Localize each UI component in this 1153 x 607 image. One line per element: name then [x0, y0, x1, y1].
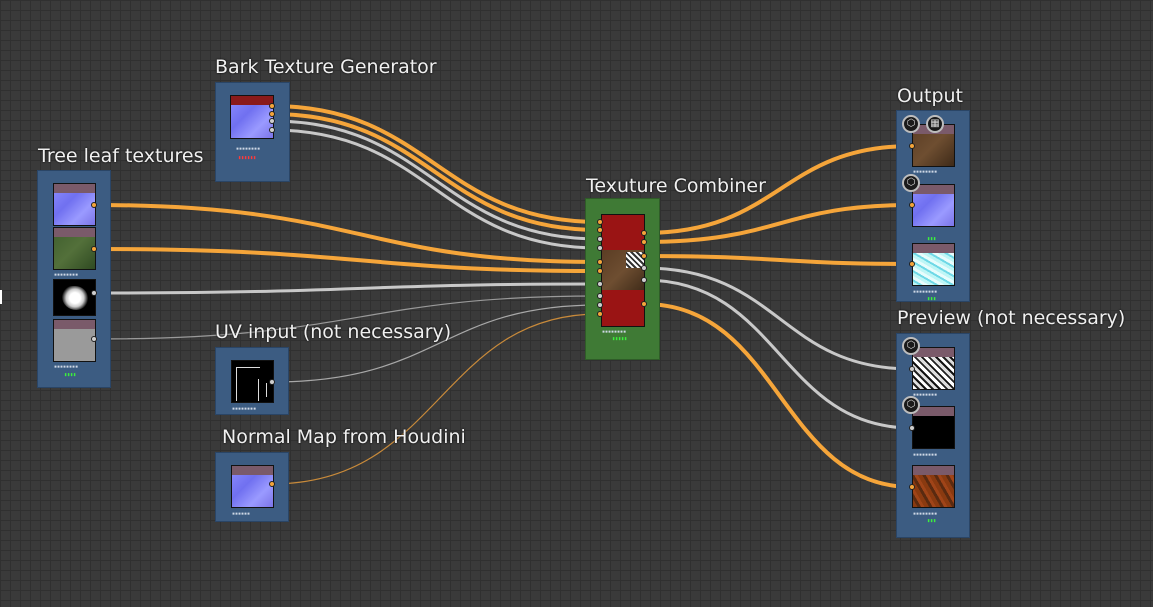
node-info: ▪▪▪▪▪▪▪▪	[913, 452, 938, 458]
node-status: ▮▮▮	[927, 296, 937, 302]
frame-title-preview: Preview (not necessary)	[897, 307, 1126, 329]
frame-tree-leaf[interactable]: ▪▪▪▪▪▪▪▪ ▪▪▪▪▪▪▪▪ ▮▮▮▮	[37, 170, 111, 388]
node-preview-1[interactable]	[912, 347, 955, 390]
combiner-in-port-2[interactable]	[597, 227, 603, 233]
node-info: ▪▪▪▪▪▪▪▪	[236, 146, 261, 152]
node-info: ▪▪▪▪▪▪▪▪	[913, 169, 938, 175]
combiner-out-port-2[interactable]	[641, 239, 647, 245]
preview-in-port-2[interactable]	[909, 425, 915, 431]
frame-output[interactable]: ▪▪▪▪▪▪▪▪ ▮▮▮ ▪▪▪▪▪▪▪▪ ▮▮▮	[896, 110, 970, 302]
combiner-in-port-5[interactable]	[597, 259, 603, 265]
output-in-port-3[interactable]	[909, 261, 915, 267]
leaf-out-port-1[interactable]	[91, 202, 97, 208]
combiner-in-port-9[interactable]	[597, 302, 603, 308]
node-info: ▪▪▪▪▪▪▪▪	[54, 272, 79, 278]
combiner-in-port-3[interactable]	[597, 236, 603, 242]
node-info: ▪▪▪▪▪▪▪▪	[913, 289, 938, 295]
bark-out-port-3[interactable]	[269, 118, 275, 124]
wire-leaf-3	[93, 282, 601, 295]
wire-prev-3	[642, 302, 914, 489]
combiner-out-port-4[interactable]	[641, 265, 647, 271]
bark-out-port-4[interactable]	[269, 127, 275, 133]
wire-out-3	[642, 254, 914, 266]
combiner-in-port-6[interactable]	[597, 268, 603, 274]
preview-in-port-1[interactable]	[909, 366, 915, 372]
normal-out-port[interactable]	[269, 481, 275, 487]
combiner-out-port-5[interactable]	[641, 277, 647, 283]
output-in-port-2[interactable]	[909, 202, 915, 208]
wire-bark-3	[270, 119, 601, 241]
uv-out-port[interactable]	[269, 379, 275, 385]
bark-out-port-1[interactable]	[269, 103, 275, 109]
node-leaf-gray[interactable]	[53, 319, 96, 362]
combiner-out-port-3[interactable]	[641, 253, 647, 259]
frame-uv[interactable]: ▪▪▪▪▪▪▪▪	[215, 347, 289, 415]
wire-out-2	[642, 203, 914, 244]
node-header	[54, 184, 95, 193]
node-leaf-color[interactable]	[53, 227, 96, 270]
leaf-out-port-3[interactable]	[91, 290, 97, 296]
leaf-out-port-4[interactable]	[91, 336, 97, 342]
node-info: ▪▪▪▪▪▪	[232, 511, 251, 517]
combiner-in-port-7[interactable]	[597, 281, 603, 287]
node-info: ▪▪▪▪▪▪▪▪	[602, 329, 627, 335]
wire-uv	[271, 304, 600, 383]
node-status: ▮▮▮	[927, 236, 937, 242]
cube-icon[interactable]: ⬡	[902, 337, 920, 355]
frame-title-normal: Normal Map from Houdini	[222, 426, 466, 448]
node-info: ▪▪▪▪▪▪▪▪	[232, 406, 257, 412]
combiner-in-port-8[interactable]	[597, 293, 603, 299]
frame-title-tree-leaf: Tree leaf textures	[38, 145, 204, 167]
node-output-mask[interactable]	[912, 243, 955, 286]
node-normal-map[interactable]	[231, 465, 274, 508]
grid-icon[interactable]: ▦	[926, 115, 944, 133]
combiner-in-port-4[interactable]	[597, 245, 603, 251]
wire-bark-1	[270, 104, 601, 224]
cube-icon[interactable]: ⬡	[902, 174, 920, 192]
combiner-out-port-6[interactable]	[641, 301, 647, 307]
node-uv-input[interactable]	[231, 360, 274, 403]
node-status: ▮▮▮	[927, 518, 937, 524]
node-header	[54, 228, 95, 237]
frame-bark[interactable]: ▮▮▮▮▮▮ ▪▪▪▪▪▪▪▪	[215, 82, 290, 182]
frame-title-uv: UV input (not necessary)	[215, 321, 452, 343]
combiner-in-port-1[interactable]	[597, 219, 603, 225]
node-status: ▮▮▮▮	[64, 372, 77, 378]
left-edge-marker	[0, 290, 2, 304]
node-leaf-normal[interactable]	[53, 183, 96, 226]
frame-title-output: Output	[897, 85, 963, 107]
combiner-in-port-10[interactable]	[597, 311, 603, 317]
node-status: ▮▮▮▮▮▮	[238, 155, 257, 161]
node-header	[913, 466, 954, 475]
node-header	[231, 96, 273, 105]
node-output-normal[interactable]	[912, 184, 955, 227]
node-preview-2[interactable]	[912, 406, 955, 449]
cube-icon[interactable]: ⬡	[902, 396, 920, 414]
frame-title-bark: Bark Texture Generator	[215, 56, 437, 78]
node-header	[54, 320, 95, 329]
node-status: ▮▮▮▮▮	[612, 336, 628, 342]
frame-normal[interactable]: ▪▪▪▪▪▪	[215, 452, 289, 522]
frame-title-combiner: Texuture Combiner	[586, 175, 766, 197]
output-in-port-1[interactable]	[909, 143, 915, 149]
node-leaf-mask[interactable]	[53, 279, 96, 316]
node-header	[232, 466, 273, 475]
connection-wires	[93, 104, 914, 489]
node-info: ▪▪▪▪▪▪▪▪	[913, 511, 938, 517]
node-header	[913, 244, 954, 253]
node-info: ▪▪▪▪▪▪▪▪	[54, 364, 79, 370]
wire-prev-2	[642, 278, 914, 430]
combiner-out-port-1[interactable]	[641, 230, 647, 236]
cube-icon[interactable]: ⬡	[902, 115, 920, 133]
preview-in-port-3[interactable]	[909, 484, 915, 490]
node-bark-generator[interactable]	[230, 95, 274, 139]
leaf-out-port-2[interactable]	[91, 246, 97, 252]
wire-bark-4	[270, 128, 601, 250]
node-preview-3[interactable]	[912, 465, 955, 508]
frame-preview[interactable]: ▪▪▪▪▪▪▪▪ ▪▪▪▪▪▪▪▪ ▪▪▪▪▪▪▪▪ ▮▮▮	[896, 333, 970, 538]
wire-bark-2	[270, 112, 601, 232]
wire-leaf-1	[93, 203, 601, 264]
bark-out-port-2[interactable]	[269, 111, 275, 117]
node-texture-combiner[interactable]	[601, 214, 645, 327]
